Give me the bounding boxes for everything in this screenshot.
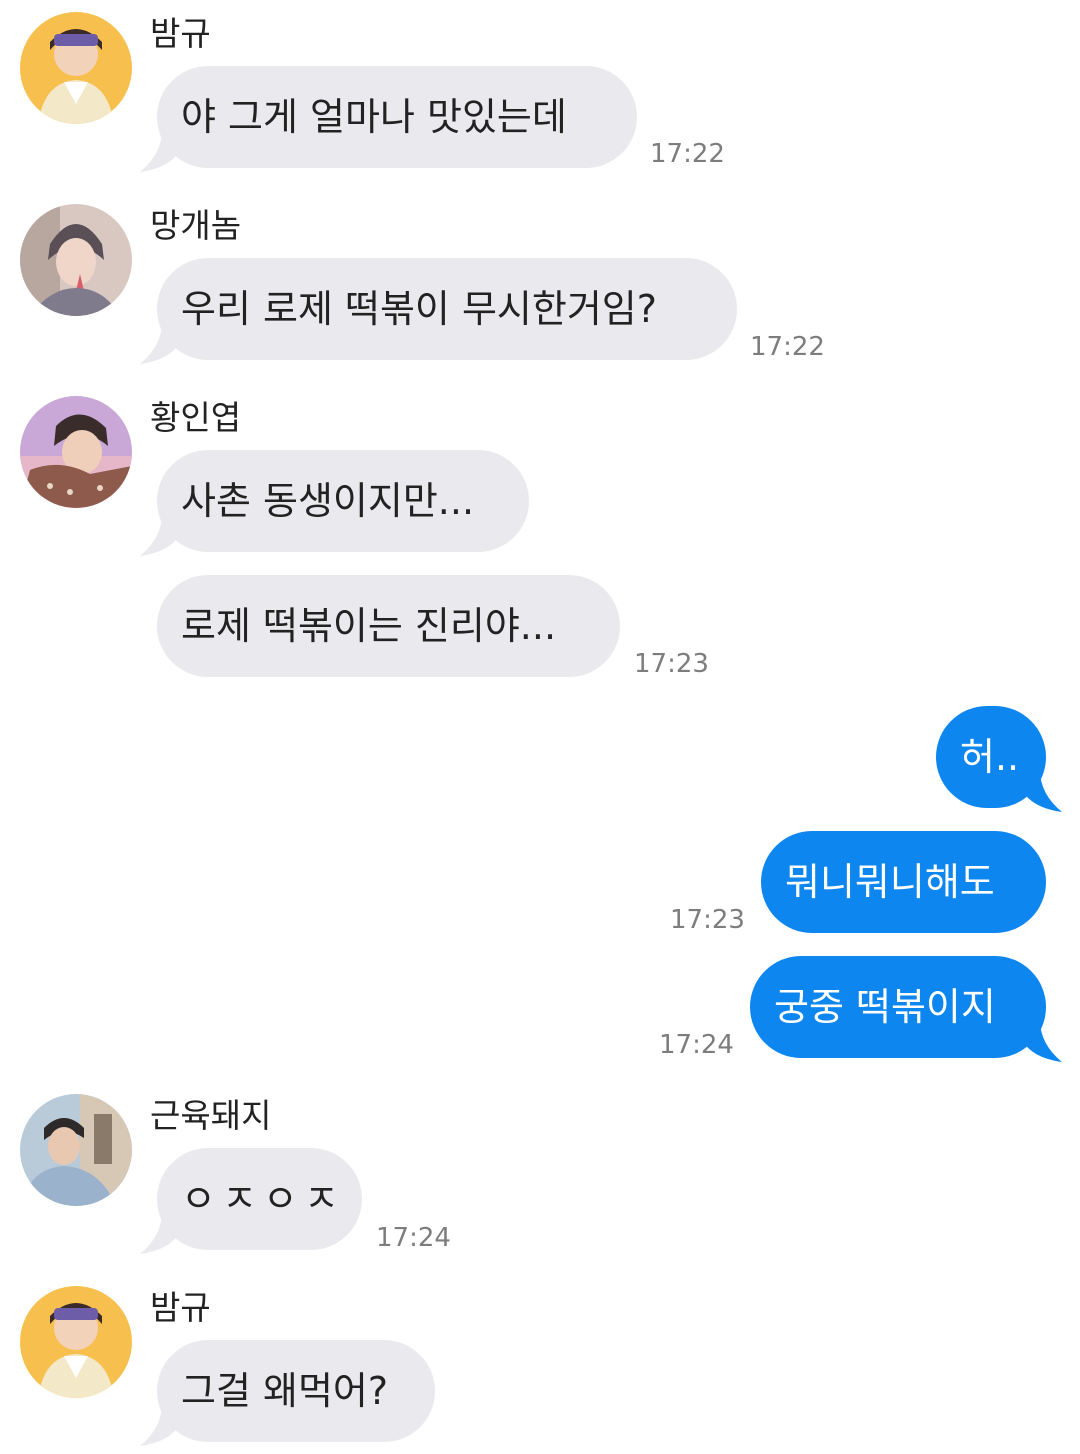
avatar-hwanginyeop[interactable] [20, 396, 132, 508]
message-bubble[interactable]: 로제 떡볶이는 진리야... [157, 575, 620, 677]
timestamp: 17:23 [670, 905, 745, 935]
sender-name: 밤규 [150, 14, 211, 53]
timestamp: 17:24 [659, 1030, 734, 1060]
message-bubble[interactable]: 뭐니뭐니해도 [761, 831, 1046, 933]
message-bubble[interactable]: 우리 로제 떡볶이 무시한거임? [157, 258, 737, 360]
message-bubble[interactable]: 그걸 왜먹어? [157, 1340, 435, 1442]
message-bubble[interactable]: ㅇㅈㅇㅈ [157, 1148, 362, 1250]
timestamp: 17:22 [750, 332, 825, 362]
timestamp: 17:22 [650, 139, 725, 169]
timestamp: 17:23 [634, 649, 709, 679]
sender-name: 근육돼지 [150, 1096, 272, 1135]
avatar-manggaenom[interactable] [20, 204, 132, 316]
message-bubble[interactable]: 궁중 떡볶이지 [750, 956, 1046, 1058]
message-bubble[interactable]: 사촌 동생이지만... [157, 450, 529, 552]
sender-name: 망개놈 [150, 206, 242, 245]
message-bubble[interactable]: 야 그게 얼마나 맛있는데 [157, 66, 637, 168]
avatar-geunyukdwaeji[interactable] [20, 1094, 132, 1206]
sender-name: 밤규 [150, 1288, 211, 1327]
message-bubble[interactable]: 허.. [936, 706, 1046, 808]
sender-name: 황인엽 [150, 398, 242, 437]
avatar-bamgyu[interactable] [20, 12, 132, 124]
timestamp: 17:24 [376, 1223, 451, 1253]
avatar-bamgyu[interactable] [20, 1286, 132, 1398]
